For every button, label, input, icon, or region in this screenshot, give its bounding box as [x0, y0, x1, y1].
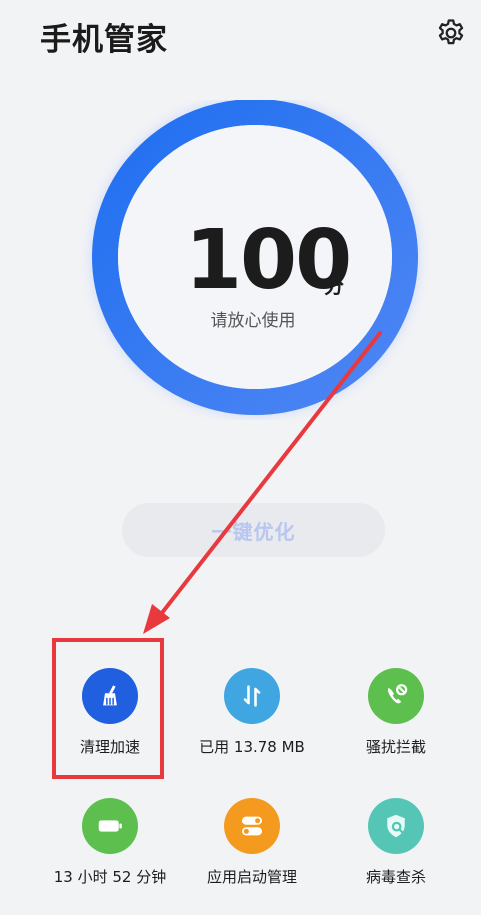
score-status: 请放心使用 — [210, 311, 296, 331]
page-title: 手机管家 — [40, 22, 168, 58]
tool-label: 骚扰拦截 — [365, 738, 426, 756]
tool-data-usage[interactable]: 已用 13.78 MB — [172, 668, 332, 758]
score-unit: 分 — [324, 274, 344, 298]
tool-label: 应用启动管理 — [206, 868, 297, 886]
settings-button[interactable] — [434, 16, 468, 50]
gear-icon — [438, 19, 464, 45]
battery-icon — [82, 798, 138, 854]
data-transfer-icon — [224, 668, 280, 724]
tool-harassment-block[interactable]: 骚扰拦截 — [316, 668, 476, 758]
toggle-icon — [224, 798, 280, 854]
tool-label: 病毒查杀 — [365, 868, 426, 886]
tool-battery[interactable]: 13 小时 52 分钟 — [30, 798, 190, 888]
tool-label: 已用 13.78 MB — [199, 738, 305, 756]
annotation-highlight-box — [52, 638, 164, 779]
tool-app-launch-manager[interactable]: 应用启动管理 — [172, 798, 332, 888]
phone-block-icon — [368, 668, 424, 724]
header: 手机管家 — [0, 0, 481, 70]
one-click-optimize-button[interactable]: 一键优化 — [122, 503, 385, 557]
shield-search-icon — [368, 798, 424, 854]
tool-label: 13 小时 52 分钟 — [53, 868, 167, 886]
tool-virus-scan[interactable]: 病毒查杀 — [316, 798, 476, 888]
phone-manager-page: 手机管家 100 分 请放心使用 一键优化 清理加速 已用 13.78 MB 骚… — [0, 0, 481, 915]
